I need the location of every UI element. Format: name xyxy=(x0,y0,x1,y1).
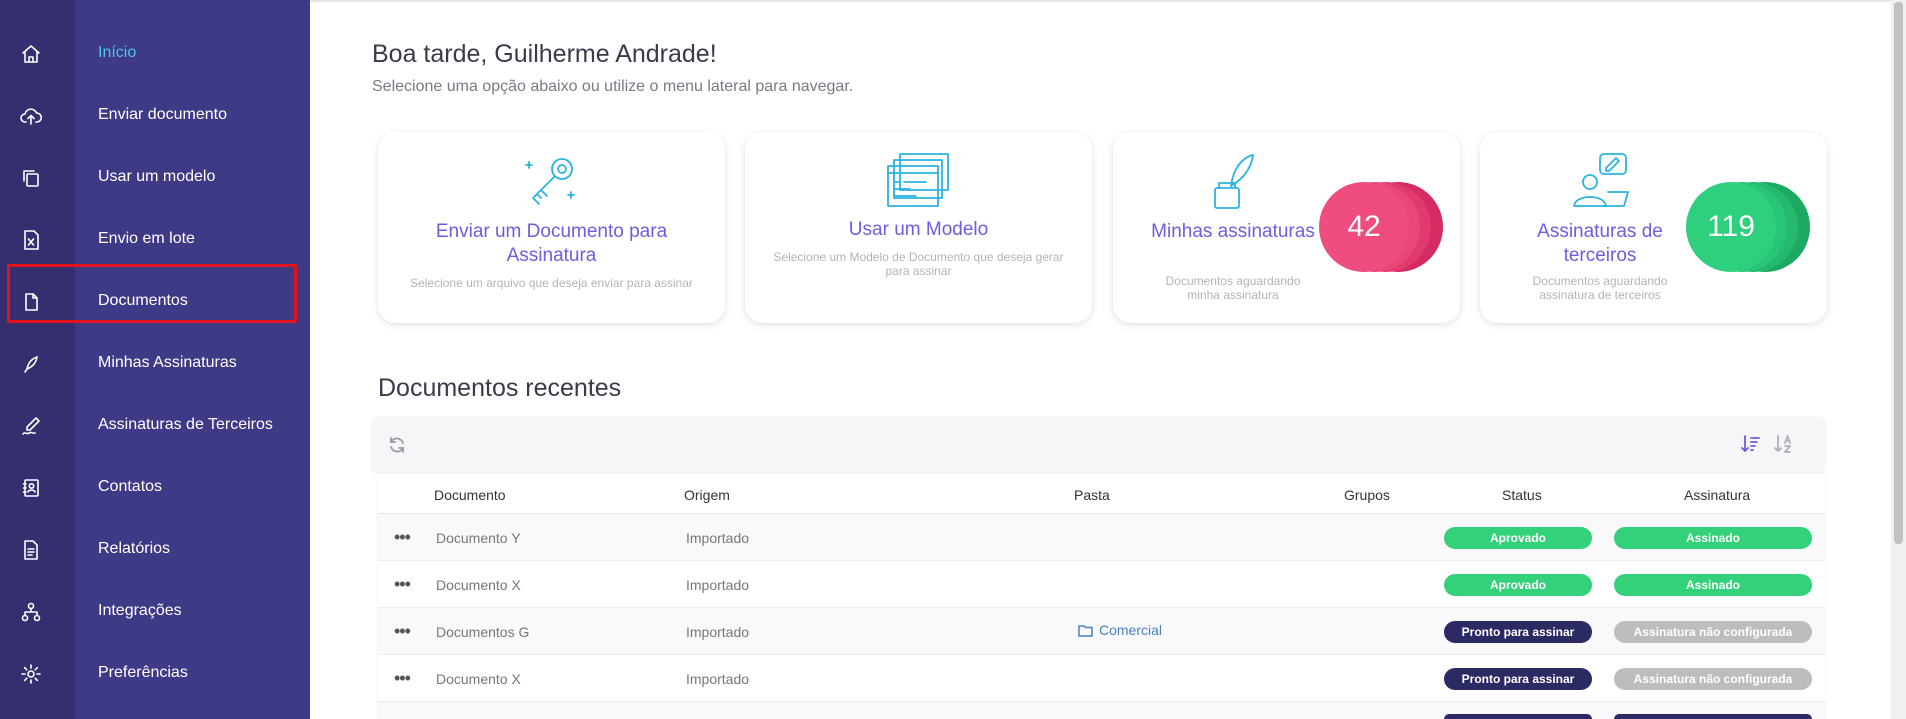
row-documento: Documentos G xyxy=(436,624,530,640)
row-documento: Documento X xyxy=(436,671,521,687)
card-minhas-assinaturas[interactable]: Minhas assinaturas Documentos aguardando… xyxy=(1113,132,1460,323)
sidebar-item-envio-lote[interactable]: Envio em lote xyxy=(0,208,310,270)
table-row-partial[interactable] xyxy=(378,702,1825,719)
copy-icon xyxy=(20,167,42,189)
page-title: Boa tarde, Guilherme Andrade! xyxy=(372,40,717,68)
row-origem: Importado xyxy=(686,577,750,593)
sidebar-item-inicio[interactable]: Início xyxy=(0,22,310,84)
third-party-count: 119 xyxy=(1707,210,1755,243)
sidebar-item-integracoes[interactable]: Integrações xyxy=(0,580,310,642)
status-badge: Aprovado xyxy=(1444,574,1592,596)
card-description: Selecione um arquivo que deseja enviar p… xyxy=(410,276,693,290)
card-usar-modelo[interactable]: Usar um Modelo Selecione um Modelo de Do… xyxy=(745,132,1092,323)
status-badge: Aprovado xyxy=(1444,527,1592,549)
scrollbar-thumb[interactable] xyxy=(1894,2,1903,544)
person-signing-icon xyxy=(1568,152,1632,212)
table-row[interactable]: ••• Documentos G Importado Comercial Pro… xyxy=(378,608,1825,655)
card-assinaturas-terceiros[interactable]: Assinaturas de terceiros Documentos agua… xyxy=(1480,132,1827,323)
column-header-pasta[interactable]: Pasta xyxy=(1074,487,1110,503)
card-title: Enviar um Documento para Assinatura xyxy=(435,221,668,266)
sidebar-item-label: Minhas Assinaturas xyxy=(98,354,237,371)
column-header-grupos[interactable]: Grupos xyxy=(1344,487,1390,503)
page-subtitle: Selecione uma opção abaixo ou utilize o … xyxy=(372,78,854,95)
table-header: Documento Origem Pasta Grupos Status Ass… xyxy=(378,474,1825,514)
card-title: Assinaturas de terceiros xyxy=(1537,221,1663,266)
card-description: Documentos aguardando minha assinatura xyxy=(1165,274,1301,302)
signature-badge-partial xyxy=(1614,714,1812,719)
page-scrollbar[interactable] xyxy=(1891,0,1906,719)
column-header-origem[interactable]: Origem xyxy=(684,487,730,503)
table-row[interactable]: ••• Documento Y Importado Aprovado Assin… xyxy=(378,514,1825,561)
sort-alphabetical-icon[interactable] xyxy=(1774,434,1794,454)
sidebar-item-label: Enviar documento xyxy=(98,106,227,123)
row-actions-icon[interactable]: ••• xyxy=(394,575,411,593)
pending-count: 42 xyxy=(1347,210,1381,243)
quill-ink-icon xyxy=(1201,152,1265,212)
sort-descending-icon[interactable] xyxy=(1741,434,1761,454)
row-origem: Importado xyxy=(686,624,750,640)
refresh-icon[interactable] xyxy=(387,435,407,455)
row-folder-link[interactable]: Comercial xyxy=(1078,622,1162,638)
highlight-box xyxy=(7,264,297,323)
row-actions-icon[interactable]: ••• xyxy=(394,669,411,687)
sidebar-item-label: Início xyxy=(98,44,137,61)
table-toolbar xyxy=(372,417,1825,472)
column-header-documento[interactable]: Documento xyxy=(434,487,506,503)
row-documento: Documento Y xyxy=(436,530,521,546)
table-row[interactable]: ••• Documento X Importado Aprovado Assin… xyxy=(378,561,1825,608)
key-icon xyxy=(519,152,583,212)
row-documento: Documento X xyxy=(436,577,521,593)
signature-badge: Assinatura não configurada xyxy=(1614,668,1812,690)
sidebar-item-label: Usar um modelo xyxy=(98,168,216,185)
sidebar-item-preferencias[interactable]: Preferências xyxy=(0,642,310,704)
sidebar-item-assinaturas-terceiros[interactable]: Assinaturas de Terceiros xyxy=(0,394,310,456)
status-badge-partial xyxy=(1444,714,1592,719)
sidebar-item-label: Integrações xyxy=(98,602,182,619)
recent-documents-title: Documentos recentes xyxy=(378,374,622,402)
row-origem: Importado xyxy=(686,530,750,546)
sidebar-item-enviar-documento[interactable]: Enviar documento xyxy=(0,84,310,146)
contact-book-icon xyxy=(20,477,42,499)
sidebar-item-label: Relatórios xyxy=(98,540,171,557)
signature-badge: Assinado xyxy=(1614,574,1812,596)
signature-badge: Assinado xyxy=(1614,527,1812,549)
sidebar-item-relatorios[interactable]: Relatórios xyxy=(0,518,310,580)
gear-icon xyxy=(20,663,42,685)
card-description: Selecione um Modelo de Documento que des… xyxy=(773,250,1064,278)
signature-badge: Assinatura não configurada xyxy=(1614,621,1812,643)
third-party-count-badge[interactable]: 119 xyxy=(1686,182,1810,272)
signature-icon xyxy=(20,415,42,437)
row-origem: Importado xyxy=(686,671,750,687)
column-header-status[interactable]: Status xyxy=(1502,487,1542,503)
column-header-assinatura[interactable]: Assinatura xyxy=(1684,487,1750,503)
pending-count-badge[interactable]: 42 xyxy=(1319,182,1443,272)
row-actions-icon[interactable]: ••• xyxy=(394,528,411,546)
card-enviar-documento[interactable]: Enviar um Documento para Assinatura Sele… xyxy=(378,132,725,323)
home-icon xyxy=(20,43,42,65)
feather-pen-icon xyxy=(20,353,42,375)
sidebar-item-label: Preferências xyxy=(98,664,188,681)
sidebar-item-label: Contatos xyxy=(98,478,163,495)
recent-documents-table: Documento Origem Pasta Grupos Status Ass… xyxy=(378,474,1825,719)
sidebar-item-minhas-assinaturas[interactable]: Minhas Assinaturas xyxy=(0,332,310,394)
template-stack-icon xyxy=(886,152,950,212)
card-title: Usar um Modelo xyxy=(848,219,989,240)
network-icon xyxy=(20,601,42,623)
table-row[interactable]: ••• Documento X Importado Pronto para as… xyxy=(378,655,1825,702)
sidebar-item-label: Assinaturas de Terceiros xyxy=(98,416,273,433)
top-divider xyxy=(310,0,1896,2)
status-badge: Pronto para assinar xyxy=(1444,668,1592,690)
sidebar-item-contatos[interactable]: Contatos xyxy=(0,456,310,518)
row-actions-icon[interactable]: ••• xyxy=(394,622,411,640)
excel-file-icon xyxy=(20,229,42,251)
report-icon xyxy=(20,539,42,561)
card-title: Minhas assinaturas xyxy=(1151,221,1315,242)
sidebar-item-label: Envio em lote xyxy=(98,230,195,247)
card-description: Documentos aguardando assinatura de terc… xyxy=(1532,274,1668,302)
sidebar-item-usar-modelo[interactable]: Usar um modelo xyxy=(0,146,310,208)
row-pasta: Comercial xyxy=(1099,622,1163,638)
cloud-upload-icon xyxy=(20,105,43,127)
status-badge: Pronto para assinar xyxy=(1444,621,1592,643)
folder-icon xyxy=(1078,624,1093,637)
